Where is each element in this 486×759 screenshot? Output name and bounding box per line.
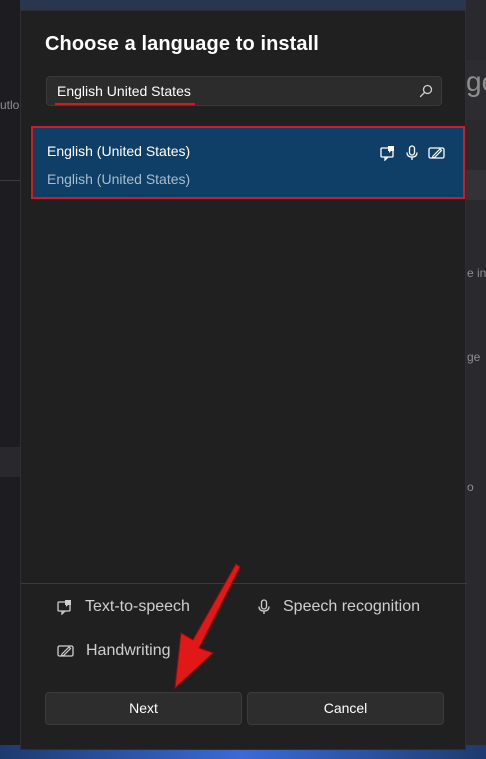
legend-speech-recognition: Speech recognition xyxy=(257,598,420,616)
search-highlight-underline xyxy=(55,103,195,105)
language-name: English (United States) xyxy=(47,143,191,159)
background-heading: ge xyxy=(466,66,486,97)
legend-text-to-speech: Text-to-speech xyxy=(57,598,190,616)
background-row xyxy=(0,447,20,477)
taskbar-strip-top xyxy=(0,0,486,10)
feature-icons xyxy=(380,145,445,161)
language-result-item[interactable]: English (United States) English (United … xyxy=(31,126,465,199)
dialog-title: Choose a language to install xyxy=(45,33,319,55)
background-text: o xyxy=(467,480,474,494)
background-text-left: utlo xyxy=(0,98,20,112)
microphone-icon xyxy=(406,145,418,160)
search-input[interactable]: English United States xyxy=(57,83,191,99)
background-window-left xyxy=(0,0,20,759)
next-button[interactable]: Next xyxy=(45,692,242,725)
legend-divider xyxy=(21,583,467,584)
legend-label: Speech recognition xyxy=(283,598,420,615)
legend-label: Text-to-speech xyxy=(85,598,190,615)
language-install-dialog: Choose a language to install English Uni… xyxy=(20,10,467,750)
cancel-button[interactable]: Cancel xyxy=(247,692,444,725)
text-to-speech-icon xyxy=(57,600,71,615)
handwriting-icon xyxy=(428,147,445,159)
legend-handwriting: Handwriting xyxy=(57,642,170,660)
background-text: ge xyxy=(467,350,481,364)
text-to-speech-icon xyxy=(380,146,394,161)
microphone-icon xyxy=(258,599,270,614)
language-search-box[interactable]: English United States xyxy=(46,76,442,106)
background-divider xyxy=(0,180,20,181)
language-native-name: English (United States) xyxy=(47,171,191,187)
background-text: e in xyxy=(467,266,486,280)
handwriting-icon xyxy=(57,645,74,657)
legend-label: Handwriting xyxy=(86,642,171,659)
search-icon[interactable] xyxy=(419,84,433,98)
background-row xyxy=(466,170,486,200)
